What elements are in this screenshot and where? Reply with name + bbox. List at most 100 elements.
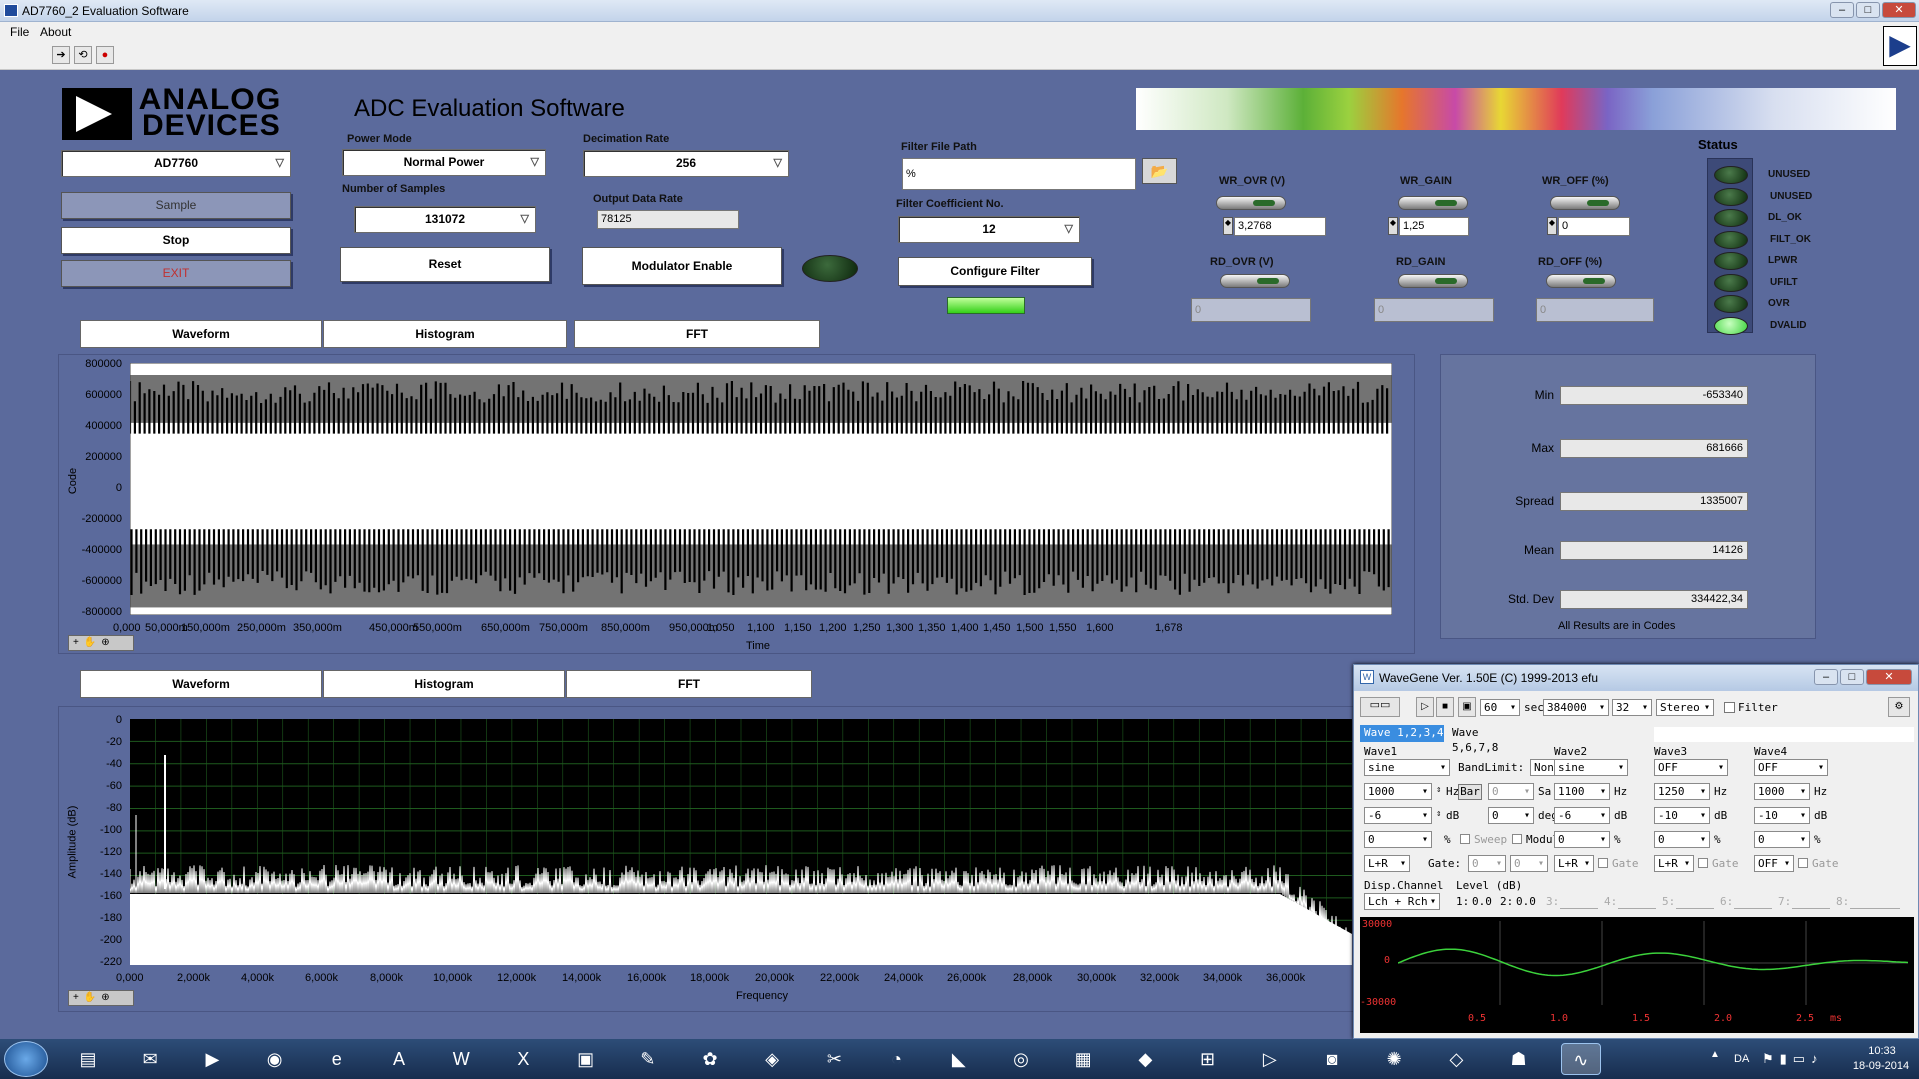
run-arrow-icon[interactable]: ➔: [52, 46, 70, 64]
ie-icon[interactable]: e: [317, 1043, 357, 1075]
tab-histogram-bottom[interactable]: Histogram: [323, 670, 565, 698]
wave2-type-select[interactable]: sine: [1554, 759, 1628, 776]
maximize-button[interactable]: □: [1856, 2, 1880, 18]
disp-channel-select[interactable]: Lch + Rch: [1364, 893, 1440, 910]
wave4-freq-input[interactable]: 1000: [1754, 783, 1810, 800]
bulb-icon[interactable]: ✺: [1374, 1043, 1414, 1075]
wave3-channel-select[interactable]: L+R: [1654, 855, 1694, 872]
app-icon[interactable]: ◈: [752, 1043, 792, 1075]
wr-ovr-stepper[interactable]: ◆: [1223, 217, 1233, 235]
decimation-select[interactable]: 256 ▽: [583, 150, 789, 177]
sample-rate-select[interactable]: 384000: [1543, 699, 1609, 716]
wr-ovr-input[interactable]: 3,2768: [1234, 217, 1326, 236]
menu-file[interactable]: File: [10, 25, 29, 39]
sample-button[interactable]: Sample: [61, 192, 291, 219]
bar-button[interactable]: Bar: [1458, 784, 1482, 800]
wr-gain-stepper[interactable]: ◆: [1388, 217, 1398, 235]
blender-icon[interactable]: ◔: [877, 1043, 917, 1075]
wave2-gate-checkbox[interactable]: [1598, 858, 1608, 868]
modul-checkbox[interactable]: [1512, 834, 1522, 844]
samples-select[interactable]: 131072 ▽: [354, 206, 536, 233]
wave1-freq-spin-icon[interactable]: ⇕: [1436, 785, 1441, 795]
minimize-button[interactable]: –: [1830, 2, 1854, 18]
bits-select[interactable]: 32: [1612, 699, 1652, 716]
media-player-icon[interactable]: ▶: [192, 1043, 232, 1075]
graph-palette-tools[interactable]: +✋⊕: [68, 635, 134, 651]
wave2-freq-input[interactable]: 1100: [1554, 783, 1610, 800]
wave4-type-select[interactable]: OFF: [1754, 759, 1828, 776]
tab-fft[interactable]: FFT: [574, 320, 820, 348]
stop-button[interactable]: Stop: [61, 227, 291, 254]
tab-wave-1-4[interactable]: Wave 1,2,3,4: [1360, 725, 1444, 742]
record-icon[interactable]: ▣: [1458, 697, 1476, 717]
tray-icons[interactable]: ⚑▮▭♪: [1762, 1051, 1824, 1067]
wave1-freq-input[interactable]: 1000: [1364, 783, 1432, 800]
wave1-type-select[interactable]: sine: [1364, 759, 1450, 776]
wr-ovr-slider[interactable]: [1216, 196, 1286, 210]
gate-a-input[interactable]: 0: [1468, 855, 1506, 872]
xara-icon[interactable]: ✂: [814, 1043, 854, 1075]
wr-off-slider[interactable]: [1550, 196, 1620, 210]
tray-language[interactable]: DA: [1734, 1053, 1749, 1065]
configure-filter-button[interactable]: Configure Filter: [898, 257, 1092, 286]
abort-icon[interactable]: ●: [96, 46, 114, 64]
wr-gain-input[interactable]: 1,25: [1399, 217, 1469, 236]
wr-off-stepper[interactable]: ◆: [1547, 217, 1557, 235]
wave2-pct-input[interactable]: 0: [1554, 831, 1610, 848]
labview-icon[interactable]: ▷: [1250, 1043, 1290, 1075]
wave1-pct-input[interactable]: 0: [1364, 831, 1432, 848]
filter-path-input[interactable]: %: [902, 158, 1136, 190]
camera-icon[interactable]: ◙: [1312, 1043, 1352, 1075]
wavegene-minimize[interactable]: –: [1814, 669, 1838, 685]
tray-up-arrow-icon[interactable]: ▲: [1710, 1049, 1726, 1060]
excel-icon[interactable]: X: [503, 1043, 543, 1075]
tab-waveform-bottom[interactable]: Waveform: [80, 670, 322, 698]
menu-about[interactable]: About: [40, 25, 71, 39]
exit-button[interactable]: EXIT: [61, 260, 291, 287]
wave3-freq-input[interactable]: 1250: [1654, 783, 1710, 800]
wave3-level-input[interactable]: -10: [1654, 807, 1710, 824]
rd-ovr-slider[interactable]: [1220, 274, 1290, 288]
deg-input[interactable]: 0: [1488, 807, 1534, 824]
explorer-icon[interactable]: ▤: [68, 1043, 108, 1075]
stop-square-icon[interactable]: ■: [1436, 697, 1454, 717]
wave1-level-spin-icon[interactable]: ⇕: [1436, 809, 1441, 819]
play-icon[interactable]: ▷: [1416, 697, 1434, 717]
tab-wave-5-8[interactable]: Wave 5,6,7,8: [1448, 725, 1528, 754]
sa-input[interactable]: 0: [1488, 783, 1534, 800]
run-continuous-icon[interactable]: ⟲: [74, 46, 92, 64]
duration-select[interactable]: 60: [1480, 699, 1520, 716]
power-mode-select[interactable]: Normal Power ▽: [342, 149, 546, 176]
notepad-icon[interactable]: ✎: [628, 1043, 668, 1075]
chrome-icon[interactable]: ◉: [255, 1043, 295, 1075]
graph-palette-tools-fft[interactable]: +✋⊕: [68, 990, 134, 1006]
altium-icon[interactable]: ◣: [939, 1043, 979, 1075]
folder-browse-icon[interactable]: 📂: [1142, 158, 1177, 184]
wave3-pct-input[interactable]: 0: [1654, 831, 1710, 848]
wave4-pct-input[interactable]: 0: [1754, 831, 1810, 848]
thunderbird-icon[interactable]: ✉: [130, 1043, 170, 1075]
stereo-select[interactable]: Stereo: [1656, 699, 1714, 716]
sweep-checkbox[interactable]: [1460, 834, 1470, 844]
wr-off-input[interactable]: 0: [1558, 217, 1630, 236]
wave2-level-input[interactable]: -6: [1554, 807, 1610, 824]
paint-icon[interactable]: ✿: [690, 1043, 730, 1075]
wave1-channel-select[interactable]: L+R: [1364, 855, 1410, 872]
wave3-type-select[interactable]: OFF: [1654, 759, 1728, 776]
wavegene-icon[interactable]: ∿: [1560, 1043, 1601, 1075]
rd-gain-slider[interactable]: [1398, 274, 1468, 288]
wavegene-maximize[interactable]: □: [1840, 669, 1864, 685]
reset-button[interactable]: Reset: [340, 247, 550, 282]
word-icon[interactable]: W: [441, 1043, 481, 1075]
tray-date[interactable]: 18-09-2014: [1846, 1060, 1916, 1072]
diamond-icon[interactable]: ◇: [1436, 1043, 1476, 1075]
app2-icon[interactable]: ◆: [1125, 1043, 1165, 1075]
open-save-icon[interactable]: ▭▭: [1360, 697, 1400, 717]
device-select[interactable]: AD7760 ▽: [61, 150, 291, 177]
wave2-channel-select[interactable]: L+R: [1554, 855, 1594, 872]
tray-time[interactable]: 10:33: [1852, 1045, 1912, 1057]
close-button[interactable]: ✕: [1882, 2, 1916, 18]
wave1-level-input[interactable]: -6: [1364, 807, 1432, 824]
calculator-icon[interactable]: ▦: [1063, 1043, 1103, 1075]
gate-b-input[interactable]: 0: [1510, 855, 1548, 872]
